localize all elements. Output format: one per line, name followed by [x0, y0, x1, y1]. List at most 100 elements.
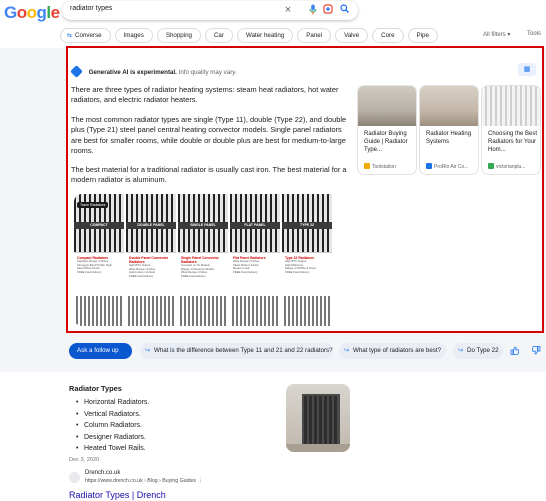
column-spec: Double Panel Convector Radiators High BTU…	[126, 252, 176, 296]
logo-letter: o	[16, 3, 27, 22]
reply-arrow-icon: ↪	[458, 347, 464, 354]
column-line: FREE Fast Delivery	[181, 273, 206, 278]
column-band: COMPACT	[74, 222, 124, 229]
chip-label: Water heating	[245, 32, 285, 39]
all-filters-button[interactable]: All filters ▾	[483, 31, 510, 38]
result-date: Dec 3, 2020	[69, 457, 100, 463]
radiator-photo	[126, 296, 176, 326]
lens-icon[interactable]	[322, 4, 334, 16]
search-icon[interactable]	[338, 4, 350, 16]
clear-icon[interactable]: ×	[282, 4, 294, 16]
suggestion-chip-3[interactable]: ↪ Do Type 22	[453, 343, 503, 359]
filter-chip-converse[interactable]: ⇆ Converse	[60, 28, 111, 43]
column-band: FLAT PANEL	[230, 222, 280, 229]
source-card[interactable]: Radiator Buying Guide | Radiator Type...…	[358, 86, 416, 174]
logo-letter: G	[4, 3, 17, 22]
column-spec: Compact Radiators Stainless Range of Size…	[74, 252, 124, 296]
ai-overview-panel: Generative AI is experimental. Info qual…	[66, 46, 544, 333]
column-band: DOUBLE PANEL	[126, 222, 176, 229]
source-card[interactable]: Choosing the Best Radiators for Your Hom…	[482, 86, 540, 174]
column-spec: Single Panel Convector Radiators Compact …	[178, 252, 228, 296]
chip-label: Core	[381, 32, 395, 39]
radiator-photo	[74, 296, 124, 326]
bullet-item: Vertical Radiators.	[76, 409, 149, 421]
reply-arrow-icon: ↪	[145, 347, 151, 354]
reply-arrow-icon: ↪	[344, 347, 350, 354]
source-site-name: ProRlo Air Co...	[434, 164, 469, 170]
source-title: Choosing the Best Radiators for Your Hom…	[488, 131, 538, 153]
column-spec: Type 22 Radiators High BTU Output High Eff…	[282, 252, 332, 296]
column-band: TYPE 22	[282, 222, 332, 229]
source-site: Toolstation	[364, 163, 396, 170]
filter-chip-car[interactable]: Car	[204, 28, 233, 43]
suggestion-text-2: What type of radiators are best?	[353, 347, 442, 354]
filter-chip-images[interactable]: Images	[114, 28, 153, 43]
column-line: FREE Fast Delivery	[77, 269, 102, 274]
bullet-item: Column Radiators.	[76, 420, 149, 432]
search-box[interactable]: radiator types ×	[62, 1, 358, 20]
suggestion-text-1: What is the difference between Type 11 a…	[154, 347, 333, 354]
chip-label: Valve	[344, 32, 360, 39]
source-thumbnail	[482, 86, 540, 126]
result-site-name: Drench.co.uk	[85, 470, 121, 476]
suggestion-chip-2[interactable]: ↪ What type of radiators are best?	[339, 343, 446, 359]
radiator-photo	[282, 296, 332, 326]
radiator-photo	[230, 296, 280, 326]
microphone-icon[interactable]	[307, 4, 319, 16]
ai-label-bold: Generative AI is experimental.	[88, 69, 177, 76]
source-favicon-icon	[488, 163, 494, 169]
suggestion-chip-1[interactable]: ↪ What is the difference between Type 11…	[140, 343, 333, 359]
result-link[interactable]: Radiator Types | Drench	[69, 490, 166, 500]
logo-letter: o	[26, 3, 37, 22]
chip-label: Shopping	[165, 32, 192, 39]
filter-chips: ⇆ Converse Images Shopping Car Water heating P…	[60, 28, 438, 44]
result-bullet-list: Horizontal Radiators.Vertical Radiators.…	[76, 397, 149, 455]
ai-paragraph-1: There are three types of radiator heatin…	[71, 85, 339, 105]
source-title: Radiator Heating Systems	[426, 131, 472, 145]
source-card[interactable]: Radiator Heating Systems ProRlo Air Co...	[420, 86, 478, 174]
source-site-name: Toolstation	[372, 164, 396, 170]
google-logo[interactable]: Google	[4, 3, 60, 23]
ask-follow-up-button[interactable]: Ask a follow up	[69, 343, 132, 359]
result-site[interactable]: Drench.co.uk https://www.drench.co.uk › …	[69, 470, 269, 486]
infographic-tag: Trace Radiators	[77, 202, 109, 208]
ai-paragraph-2: The most common radiator types are singl…	[71, 115, 347, 156]
infographic-column: DOUBLE PANEL Double Panel Convector Radia…	[126, 194, 176, 326]
infographic-column: SINGLE PANEL Single Panel Convector Radia…	[178, 194, 228, 326]
search-query[interactable]: radiator types	[70, 5, 112, 12]
filter-chip-water-heating[interactable]: Water heating	[236, 28, 294, 43]
source-site: victorianplu...	[488, 163, 525, 170]
bullet-item: Horizontal Radiators.	[76, 397, 149, 409]
thumbs-up-icon[interactable]	[510, 346, 520, 357]
filter-chip-shopping[interactable]: Shopping	[156, 28, 201, 43]
layout-toggle-icon[interactable]: ▦	[518, 63, 536, 76]
chip-label: Car	[213, 32, 224, 39]
logo-letter: g	[36, 3, 47, 22]
chip-label: Panel	[306, 32, 323, 39]
radiator-infographic[interactable]: COMPACT Compact Radiators Stainless Range …	[74, 194, 344, 326]
column-spec: Flat Panel Radiators Wide Range of Sizes S…	[230, 252, 280, 296]
infographic-column: TYPE 22 Type 22 Radiators High BTU Output H…	[282, 194, 332, 326]
filter-chip-valve[interactable]: Valve	[335, 28, 369, 43]
chip-label: Converse	[75, 32, 102, 39]
more-options-icon[interactable]: ⋮	[197, 478, 202, 484]
result-radiator-image[interactable]	[286, 384, 350, 452]
thumbs-down-icon[interactable]	[531, 346, 541, 357]
filter-chip-core[interactable]: Core	[372, 28, 404, 43]
column-line: FREE Fast Delivery	[129, 273, 154, 278]
tools-button[interactable]: Tools	[527, 31, 541, 37]
source-site-name: victorianplu...	[496, 164, 526, 170]
header: Google radiator types × ⇆ Converse Images S…	[0, 0, 546, 50]
chip-label: Images	[123, 32, 144, 39]
chip-label: Pipe	[416, 32, 429, 39]
infographic-column: FLAT PANEL Flat Panel Radiators Wide Range…	[230, 194, 280, 326]
chevron-down-icon: ▾	[507, 32, 511, 38]
ai-paragraph-3: The best material for a traditional radi…	[71, 165, 347, 185]
result-url-text: https://www.drench.co.uk › Blog › Buying…	[85, 478, 197, 484]
infographic-column: COMPACT Compact Radiators Stainless Range …	[74, 194, 124, 326]
filter-chip-panel[interactable]: Panel	[297, 28, 332, 43]
source-site: ProRlo Air Co...	[426, 163, 468, 170]
filter-chip-pipe[interactable]: Pipe	[407, 28, 438, 43]
source-favicon-icon	[364, 163, 370, 169]
drench-favicon-icon	[69, 472, 80, 483]
